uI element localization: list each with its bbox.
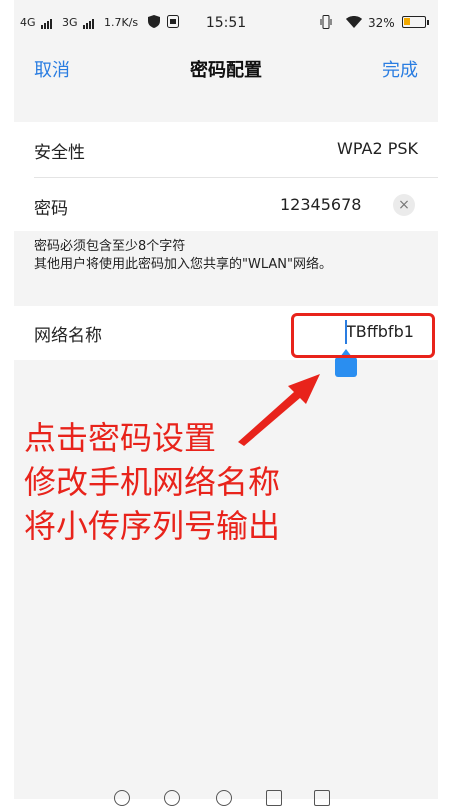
annotation-line-2: 修改手机网络名称: [24, 463, 281, 501]
hint-line-1: 密码必须包含至少8个字符: [34, 239, 186, 254]
password-label: 密码: [34, 199, 68, 219]
status-bar: 4G 3G 1.7K/s 15:51 32%: [14, 0, 438, 44]
zoom-in-icon[interactable]: [114, 790, 130, 806]
security-row[interactable]: 安全性 WPA2 PSK: [14, 122, 438, 178]
annotation-text: 点击密码设置 修改手机网络名称 将小传序列号输出: [24, 416, 280, 548]
security-label: 安全性: [34, 143, 85, 163]
bottom-toolbar: [14, 786, 438, 806]
annotation-line-3: 将小传序列号输出: [24, 507, 281, 545]
network-name-label: 网络名称: [34, 326, 102, 346]
battery-level: [404, 18, 410, 25]
settings-screen: 4G 3G 1.7K/s 15:51 32% 取消 密码配置 完成 安全性 WP…: [14, 0, 438, 799]
vibrate-icon: [320, 15, 332, 32]
page-title: 密码配置: [190, 60, 262, 81]
more-icon[interactable]: [314, 790, 330, 806]
annotation-line-1: 点击密码设置: [24, 419, 217, 457]
rotate-icon[interactable]: [216, 790, 232, 806]
security-value: WPA2 PSK: [337, 139, 418, 158]
security-settings-card: 安全性 WPA2 PSK 密码 12345678 ×: [14, 122, 438, 231]
navigation-bar: 取消 密码配置 完成: [14, 44, 438, 92]
highlight-box: [291, 313, 435, 358]
clear-icon[interactable]: ×: [393, 194, 415, 216]
wifi-icon: [346, 15, 362, 31]
hint-line-2: 其他用户将使用此密码加入您共享的"WLAN"网络。: [34, 257, 332, 272]
battery-icon: [402, 16, 429, 28]
edit-icon[interactable]: [266, 790, 282, 806]
password-hint: 密码必须包含至少8个字符 其他用户将使用此密码加入您共享的"WLAN"网络。: [34, 238, 332, 274]
password-row: 密码 12345678 ×: [14, 178, 438, 234]
cursor-handle[interactable]: [335, 349, 357, 377]
done-button[interactable]: 完成: [382, 56, 418, 82]
password-input[interactable]: 12345678: [280, 195, 361, 214]
zoom-out-icon[interactable]: [164, 790, 180, 806]
battery-percentage: 32%: [368, 16, 395, 30]
